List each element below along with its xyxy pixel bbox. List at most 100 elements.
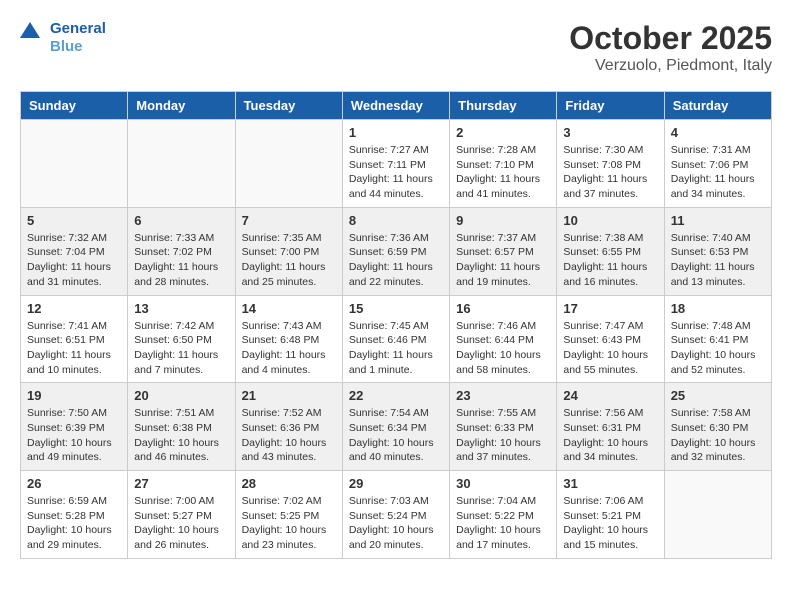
- calendar-cell: 29Sunrise: 7:03 AM Sunset: 5:24 PM Dayli…: [342, 471, 449, 559]
- weekday-header-friday: Friday: [557, 92, 664, 120]
- calendar-cell: 4 Sunrise: 7:31 AM Sunset: 7:06 PM Daylig…: [664, 120, 771, 208]
- weekday-header-monday: Monday: [128, 92, 235, 120]
- day-info: Sunrise: 7:28 AM Sunset: 7:10 PM Dayligh…: [456, 143, 550, 202]
- day-info: Sunrise: 7:35 AM Sunset: 7:00 PM Dayligh…: [242, 231, 336, 290]
- calendar-cell: 15 Sunrise: 7:45 AM Sunset: 6:46 PM Dayli…: [342, 295, 449, 383]
- day-number: 9: [456, 213, 550, 228]
- day-number: 16: [456, 301, 550, 316]
- calendar-cell: 10Sunrise: 7:38 AM Sunset: 6:55 PM Dayli…: [557, 207, 664, 295]
- day-number: 19: [27, 388, 121, 403]
- day-number: 23: [456, 388, 550, 403]
- day-info: Sunrise: 7:02 AM Sunset: 5:25 PM Dayligh…: [242, 494, 336, 553]
- calendar-cell: 23Sunrise: 7:55 AM Sunset: 6:33 PM Dayli…: [450, 383, 557, 471]
- day-number: 17: [563, 301, 657, 316]
- day-number: 24: [563, 388, 657, 403]
- day-number: 20: [134, 388, 228, 403]
- day-number: 18: [671, 301, 765, 316]
- day-info: Sunrise: 7:51 AM Sunset: 6:38 PM Dayligh…: [134, 406, 228, 465]
- calendar-cell: 28Sunrise: 7:02 AM Sunset: 5:25 PM Dayli…: [235, 471, 342, 559]
- calendar-cell: 12 Sunrise: 7:41 AM Sunset: 6:51 PM Dayli…: [21, 295, 128, 383]
- day-info: Sunrise: 7:38 AM Sunset: 6:55 PM Dayligh…: [563, 231, 657, 290]
- calendar-cell: 7 Sunrise: 7:35 AM Sunset: 7:00 PM Daylig…: [235, 207, 342, 295]
- calendar-cell: 11 Sunrise: 7:40 AM Sunset: 6:53 PM Dayli…: [664, 207, 771, 295]
- calendar-week-row: 26 Sunrise: 6:59 AM Sunset: 5:28 PM Dayli…: [21, 471, 772, 559]
- logo-triangle-icon: [20, 20, 40, 56]
- calendar-cell: 30Sunrise: 7:04 AM Sunset: 5:22 PM Dayli…: [450, 471, 557, 559]
- weekday-header-row: SundayMondayTuesdayWednesdayThursdayFrid…: [21, 92, 772, 120]
- day-info: Sunrise: 7:54 AM Sunset: 6:34 PM Dayligh…: [349, 406, 443, 465]
- day-number: 13: [134, 301, 228, 316]
- page-header: General Blue October 2025 Verzuolo, Pied…: [20, 20, 772, 75]
- day-info: Sunrise: 6:59 AM Sunset: 5:28 PM Dayligh…: [27, 494, 121, 553]
- day-info: Sunrise: 7:30 AM Sunset: 7:08 PM Dayligh…: [563, 143, 657, 202]
- calendar-cell: 1Sunrise: 7:27 AM Sunset: 7:11 PM Daylig…: [342, 120, 449, 208]
- weekday-header-wednesday: Wednesday: [342, 92, 449, 120]
- day-number: 3: [563, 125, 657, 140]
- day-number: 8: [349, 213, 443, 228]
- day-info: Sunrise: 7:32 AM Sunset: 7:04 PM Dayligh…: [27, 231, 121, 290]
- weekday-header-saturday: Saturday: [664, 92, 771, 120]
- day-info: Sunrise: 7:36 AM Sunset: 6:59 PM Dayligh…: [349, 231, 443, 290]
- day-number: 30: [456, 476, 550, 491]
- calendar-cell: 9 Sunrise: 7:37 AM Sunset: 6:57 PM Daylig…: [450, 207, 557, 295]
- weekday-header-sunday: Sunday: [21, 92, 128, 120]
- day-info: Sunrise: 7:50 AM Sunset: 6:39 PM Dayligh…: [27, 406, 121, 465]
- day-number: 4: [671, 125, 765, 140]
- day-info: Sunrise: 7:31 AM Sunset: 7:06 PM Dayligh…: [671, 143, 765, 202]
- calendar-cell: 25Sunrise: 7:58 AM Sunset: 6:30 PM Dayli…: [664, 383, 771, 471]
- calendar-cell: 24 Sunrise: 7:56 AM Sunset: 6:31 PM Dayli…: [557, 383, 664, 471]
- day-info: Sunrise: 7:37 AM Sunset: 6:57 PM Dayligh…: [456, 231, 550, 290]
- calendar-cell: 13 Sunrise: 7:42 AM Sunset: 6:50 PM Dayli…: [128, 295, 235, 383]
- calendar-cell: 6 Sunrise: 7:33 AM Sunset: 7:02 PM Daylig…: [128, 207, 235, 295]
- calendar-week-row: 19 Sunrise: 7:50 AM Sunset: 6:39 PM Dayli…: [21, 383, 772, 471]
- calendar-cell: [235, 120, 342, 208]
- day-info: Sunrise: 7:52 AM Sunset: 6:36 PM Dayligh…: [242, 406, 336, 465]
- day-number: 5: [27, 213, 121, 228]
- logo-general-text: General: [50, 20, 106, 38]
- calendar-cell: [128, 120, 235, 208]
- calendar-week-row: 1Sunrise: 7:27 AM Sunset: 7:11 PM Daylig…: [21, 120, 772, 208]
- calendar-table: SundayMondayTuesdayWednesdayThursdayFrid…: [20, 91, 772, 559]
- day-number: 11: [671, 213, 765, 228]
- calendar-cell: 27Sunrise: 7:00 AM Sunset: 5:27 PM Dayli…: [128, 471, 235, 559]
- day-info: Sunrise: 7:42 AM Sunset: 6:50 PM Dayligh…: [134, 319, 228, 378]
- day-number: 7: [242, 213, 336, 228]
- calendar-week-row: 5 Sunrise: 7:32 AM Sunset: 7:04 PM Daylig…: [21, 207, 772, 295]
- calendar-cell: [21, 120, 128, 208]
- calendar-week-row: 12 Sunrise: 7:41 AM Sunset: 6:51 PM Dayli…: [21, 295, 772, 383]
- calendar-cell: 3 Sunrise: 7:30 AM Sunset: 7:08 PM Daylig…: [557, 120, 664, 208]
- month-title: October 2025: [569, 20, 772, 57]
- title-block: October 2025 Verzuolo, Piedmont, Italy: [569, 20, 772, 75]
- day-info: Sunrise: 7:33 AM Sunset: 7:02 PM Dayligh…: [134, 231, 228, 290]
- day-info: Sunrise: 7:47 AM Sunset: 6:43 PM Dayligh…: [563, 319, 657, 378]
- calendar-cell: [664, 471, 771, 559]
- day-number: 27: [134, 476, 228, 491]
- weekday-header-tuesday: Tuesday: [235, 92, 342, 120]
- day-info: Sunrise: 7:45 AM Sunset: 6:46 PM Dayligh…: [349, 319, 443, 378]
- calendar-cell: 16 Sunrise: 7:46 AM Sunset: 6:44 PM Dayli…: [450, 295, 557, 383]
- location: Verzuolo, Piedmont, Italy: [569, 57, 772, 75]
- calendar-cell: 31Sunrise: 7:06 AM Sunset: 5:21 PM Dayli…: [557, 471, 664, 559]
- logo-blue-text: Blue: [50, 38, 106, 56]
- day-info: Sunrise: 7:41 AM Sunset: 6:51 PM Dayligh…: [27, 319, 121, 378]
- calendar-cell: 5 Sunrise: 7:32 AM Sunset: 7:04 PM Daylig…: [21, 207, 128, 295]
- day-number: 31: [563, 476, 657, 491]
- calendar-cell: 14Sunrise: 7:43 AM Sunset: 6:48 PM Dayli…: [235, 295, 342, 383]
- day-number: 12: [27, 301, 121, 316]
- day-info: Sunrise: 7:40 AM Sunset: 6:53 PM Dayligh…: [671, 231, 765, 290]
- calendar-cell: 18 Sunrise: 7:48 AM Sunset: 6:41 PM Dayli…: [664, 295, 771, 383]
- day-info: Sunrise: 7:56 AM Sunset: 6:31 PM Dayligh…: [563, 406, 657, 465]
- day-number: 26: [27, 476, 121, 491]
- calendar-cell: 8 Sunrise: 7:36 AM Sunset: 6:59 PM Daylig…: [342, 207, 449, 295]
- day-number: 21: [242, 388, 336, 403]
- calendar-cell: 20 Sunrise: 7:51 AM Sunset: 6:38 PM Dayli…: [128, 383, 235, 471]
- day-number: 6: [134, 213, 228, 228]
- day-info: Sunrise: 7:48 AM Sunset: 6:41 PM Dayligh…: [671, 319, 765, 378]
- day-number: 15: [349, 301, 443, 316]
- calendar-cell: 26 Sunrise: 6:59 AM Sunset: 5:28 PM Dayli…: [21, 471, 128, 559]
- calendar-cell: 22Sunrise: 7:54 AM Sunset: 6:34 PM Dayli…: [342, 383, 449, 471]
- day-info: Sunrise: 7:27 AM Sunset: 7:11 PM Dayligh…: [349, 143, 443, 202]
- day-number: 14: [242, 301, 336, 316]
- weekday-header-thursday: Thursday: [450, 92, 557, 120]
- day-info: Sunrise: 7:46 AM Sunset: 6:44 PM Dayligh…: [456, 319, 550, 378]
